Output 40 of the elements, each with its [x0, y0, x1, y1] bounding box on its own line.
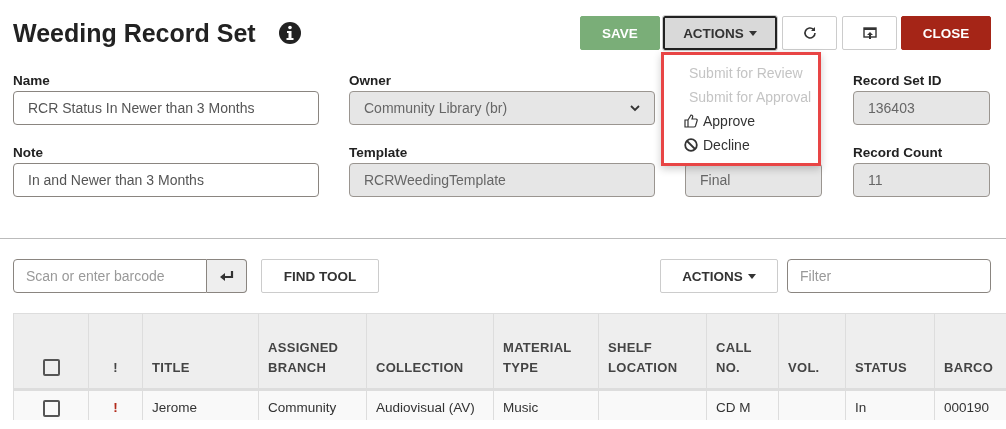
- refresh-button[interactable]: [782, 16, 837, 50]
- table-cell: 000190: [944, 400, 990, 415]
- enter-button[interactable]: [207, 259, 247, 293]
- table-cell: CD M: [716, 400, 751, 415]
- field-label: Name: [13, 73, 51, 90]
- alert-mark: !: [113, 400, 118, 415]
- menu-item[interactable]: Decline: [664, 133, 818, 157]
- column-header: !: [113, 360, 118, 375]
- field-label: Owner: [349, 73, 392, 90]
- page-title: Weeding Record Set: [13, 18, 256, 48]
- ban-icon: [684, 138, 698, 152]
- enter-icon: [219, 270, 234, 282]
- close-button[interactable]: CLOSE: [901, 16, 991, 50]
- export-button[interactable]: [842, 16, 897, 50]
- export-icon: [862, 26, 877, 40]
- table-cell: Jerome: [152, 400, 197, 415]
- input-field[interactable]: In and Newer than 3 Months: [13, 163, 319, 197]
- chevron-down-icon: [630, 104, 640, 112]
- caret-icon: [747, 273, 756, 279]
- table-cell: Community: [268, 400, 337, 415]
- field-label: Note: [13, 145, 44, 162]
- table-cell: Audiovisual (AV): [376, 400, 475, 415]
- select-all-checkbox[interactable]: [42, 359, 60, 376]
- actions-button[interactable]: ACTIONS: [663, 16, 777, 50]
- find-tool-button[interactable]: FIND TOOL: [261, 259, 379, 293]
- table-cell: Music: [503, 400, 539, 415]
- table-cell: In: [855, 400, 867, 415]
- column-header[interactable]: VOL.: [788, 358, 836, 378]
- field-label: Record Count: [853, 145, 944, 162]
- thumbs-up-icon: [684, 114, 698, 128]
- field-label: Record Set ID: [853, 73, 943, 90]
- row-checkbox[interactable]: [42, 400, 60, 417]
- menu-item[interactable]: Approve: [664, 109, 818, 133]
- info-icon[interactable]: [277, 21, 302, 45]
- input-field[interactable]: RCR Status In Newer than 3 Months: [13, 91, 319, 125]
- column-header[interactable]: BARCO: [944, 358, 997, 378]
- caret-icon: [748, 30, 757, 36]
- refresh-icon: [802, 26, 817, 40]
- field-label: Template: [349, 145, 409, 162]
- actions-button[interactable]: ACTIONS: [660, 259, 778, 293]
